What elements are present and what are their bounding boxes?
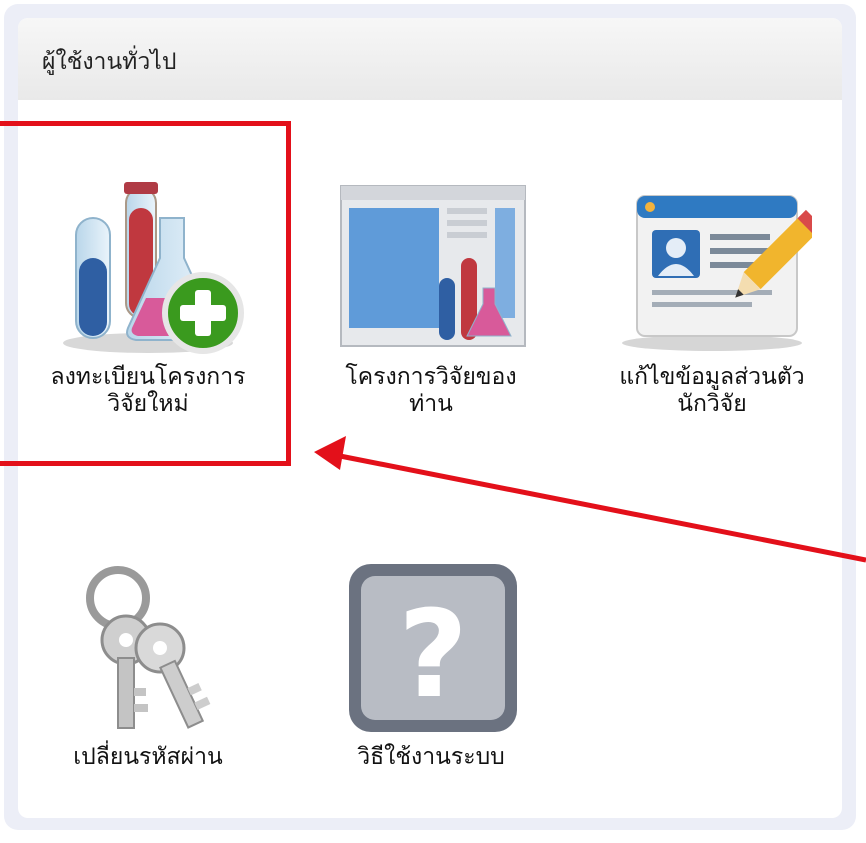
annotation-arrow bbox=[314, 436, 866, 563]
